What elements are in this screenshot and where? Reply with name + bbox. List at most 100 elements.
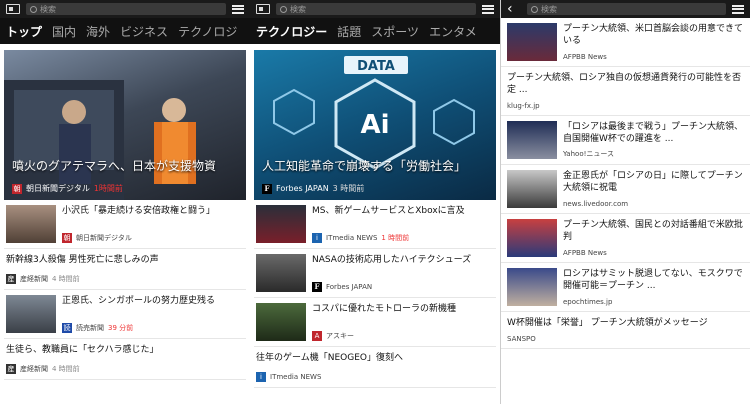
article-title: 生徒ら、教職員に「セクハラ感じた」 (6, 345, 159, 355)
top-bar: 検索 (250, 0, 500, 18)
top-bar: ‹ 検索 (501, 0, 750, 18)
hero-article[interactable]: DATA Ai 人工知能革命で崩壊する「労働社会」 F Forbes JAPAN… (254, 50, 496, 200)
hero-source-name: 朝日新聞デジタル (26, 184, 90, 193)
list-item[interactable]: 「ロシアは最後まで戦う」プーチン大統領、自国開催W杯での躍進を ... Yaho… (501, 116, 750, 165)
article-source: 読売新聞 (76, 324, 104, 332)
list-item[interactable]: 小沢氏「暴走続ける安倍政権と闘う」 朝 朝日新聞デジタル (4, 200, 246, 249)
search-placeholder: 検索 (40, 4, 56, 14)
tab-domestic[interactable]: 国内 (52, 23, 76, 40)
list-item[interactable]: MS、新ゲームサービスとXboxに言及 i ITmedia NEWS 1 時間前 (254, 200, 496, 249)
article-source: ITmedia NEWS (270, 373, 322, 381)
article-source: Yahoo!ニュース (563, 150, 615, 158)
list-item[interactable]: 往年のゲーム機「NEOGEO」復刻へ i ITmedia NEWS (254, 347, 496, 388)
menu-icon[interactable] (482, 4, 494, 14)
article-title: コスパに優れたモトローラの新機種 (312, 304, 457, 314)
tab-world[interactable]: 海外 (86, 23, 110, 40)
article-thumbnail (507, 23, 557, 61)
hero-title: 人工知能革命で崩壊する「労働社会」 (262, 159, 467, 173)
article-title: プーチン大統領、米口首脳会談の用意できている (563, 24, 744, 46)
article-title: ロシアはサミット脱退してない、モスクワで開催可能＝プーチン ... (563, 269, 743, 291)
asahi-logo-icon: 朝 (12, 183, 22, 194)
hero-source: 朝 朝日新聞デジタル 1時間前 (12, 183, 123, 194)
article-thumbnail (507, 219, 557, 257)
search-input[interactable]: 検索 (527, 3, 726, 15)
sankei-logo-icon: 産 (6, 364, 16, 374)
tab-entertainment[interactable]: エンタメ (429, 23, 477, 40)
list-item[interactable]: 新幹線3人殺傷 男性死亡に悲しみの声 産 産経新聞 4 時間前 (4, 249, 246, 290)
app-icon[interactable] (256, 4, 270, 14)
article-title: 新幹線3人殺傷 男性死亡に悲しみの声 (6, 255, 159, 265)
article-title: 小沢氏「暴走続ける安倍政権と闘う」 (62, 206, 216, 216)
forbes-logo-icon: F (262, 183, 272, 194)
article-list: 小沢氏「暴走続ける安倍政権と闘う」 朝 朝日新聞デジタル 新幹線3人殺傷 男性死… (0, 200, 250, 380)
search-icon (531, 5, 538, 13)
hero-image (4, 80, 196, 200)
article-title: 正恩氏、シンガポールの努力歴史残る (62, 296, 216, 306)
article-thumbnail (6, 295, 56, 333)
article-time: 1 時間前 (381, 234, 410, 242)
screen-top-news: 検索 トップ 国内 海外 ビジネス テクノロジ 噴火のグアテマラへ、日本が支援物… (0, 0, 250, 404)
list-item[interactable]: 生徒ら、教職員に「セクハラ感じた」 産 産経新聞 4 時間前 (4, 339, 246, 380)
search-placeholder: 検索 (290, 4, 306, 14)
search-input[interactable]: 検索 (26, 3, 226, 15)
tab-business[interactable]: ビジネス (120, 23, 168, 40)
back-arrow-icon[interactable]: ‹ (507, 0, 521, 18)
tab-sports[interactable]: スポーツ (371, 23, 419, 40)
article-source: 産経新聞 (20, 275, 48, 283)
article-thumbnail (256, 254, 306, 292)
tab-top[interactable]: トップ (6, 23, 42, 40)
search-placeholder: 検索 (541, 4, 557, 14)
hero-article[interactable]: 噴火のグアテマラへ、日本が支援物資 朝 朝日新聞デジタル 1時間前 (4, 50, 246, 200)
article-source: epochtimes.jp (563, 298, 613, 306)
sankei-logo-icon: 産 (6, 274, 16, 284)
hero-image-ai-text: Ai (360, 110, 389, 140)
hero-image: DATA Ai (273, 56, 475, 170)
list-item[interactable]: コスパに優れたモトローラの新機種 A アスキー (254, 298, 496, 347)
forbes-logo-icon: F (312, 282, 322, 292)
ascii-logo-icon: A (312, 331, 322, 341)
list-item[interactable]: プーチン大統領、国民との対話番組で米欧批判 AFPBB News (501, 214, 750, 263)
article-source: 産経新聞 (20, 365, 48, 373)
article-title: W杯開催は「栄誉」 プーチン大統領がメッセージ (507, 318, 708, 328)
list-item[interactable]: プーチン大統領、ロシア独自の仮想通貨発行の可能性を否定 ... klug-fx.… (501, 67, 750, 116)
article-source: AFPBB News (563, 53, 607, 61)
result-list: プーチン大統領、米口首脳会談の用意できている AFPBB News プーチン大統… (501, 18, 750, 349)
search-icon (280, 5, 287, 13)
article-thumbnail (6, 205, 56, 243)
hero-time: 1時間前 (93, 184, 123, 193)
article-title: 往年のゲーム機「NEOGEO」復刻へ (256, 353, 403, 363)
list-item[interactable]: 正恩氏、シンガポールの努力歴史残る 読 読売新聞 39 分前 (4, 290, 246, 339)
list-item[interactable]: ロシアはサミット脱退してない、モスクワで開催可能＝プーチン ... epocht… (501, 263, 750, 312)
search-input[interactable]: 検索 (276, 3, 476, 15)
article-source: klug-fx.jp (507, 102, 540, 110)
screen-technology: 検索 テクノロジー 話題 スポーツ エンタメ DATA Ai 人工知能革命で崩壊… (250, 0, 500, 404)
screen-search-results: ‹ 検索 プーチン大統領、米口首脳会談の用意できている AFPBB News プ… (500, 0, 750, 404)
article-title: NASAの技術応用したハイテクシューズ (312, 255, 472, 265)
tab-topics[interactable]: 話題 (337, 23, 361, 40)
hero-source: F Forbes JAPAN 3 時間前 (262, 183, 364, 194)
list-item[interactable]: 金正恩氏が「ロシアの日」に際してプーチン大統領に祝電 news.livedoor… (501, 165, 750, 214)
search-icon (30, 5, 37, 13)
asahi-logo-icon: 朝 (62, 233, 72, 243)
article-source: news.livedoor.com (563, 200, 629, 208)
list-item[interactable]: NASAの技術応用したハイテクシューズ F Forbes JAPAN (254, 249, 496, 298)
menu-icon[interactable] (232, 4, 244, 14)
hero-source-name: Forbes JAPAN (276, 184, 329, 193)
tab-technology[interactable]: テクノロジ (178, 23, 237, 40)
app-icon[interactable] (6, 4, 20, 14)
tab-technology[interactable]: テクノロジー (256, 23, 327, 40)
article-thumbnail (507, 121, 557, 159)
list-item[interactable]: プーチン大統領、米口首脳会談の用意できている AFPBB News (501, 18, 750, 67)
top-bar: 検索 (0, 0, 250, 18)
hero-title: 噴火のグアテマラへ、日本が支援物資 (12, 159, 217, 173)
category-tabs: トップ 国内 海外 ビジネス テクノロジ (0, 18, 250, 44)
article-title: プーチン大統領、ロシア独自の仮想通貨発行の可能性を否定 ... (507, 73, 742, 95)
article-thumbnail (507, 268, 557, 306)
list-item[interactable]: W杯開催は「栄誉」 プーチン大統領がメッセージ SANSPO (501, 312, 750, 349)
menu-icon[interactable] (732, 4, 744, 14)
article-title: 金正恩氏が「ロシアの日」に際してプーチン大統領に祝電 (563, 171, 743, 193)
article-source: 朝日新聞デジタル (76, 234, 132, 242)
article-source: AFPBB News (563, 249, 607, 257)
article-title: MS、新ゲームサービスとXboxに言及 (312, 206, 465, 216)
screens: 検索 トップ 国内 海外 ビジネス テクノロジ 噴火のグアテマラへ、日本が支援物… (0, 0, 750, 404)
